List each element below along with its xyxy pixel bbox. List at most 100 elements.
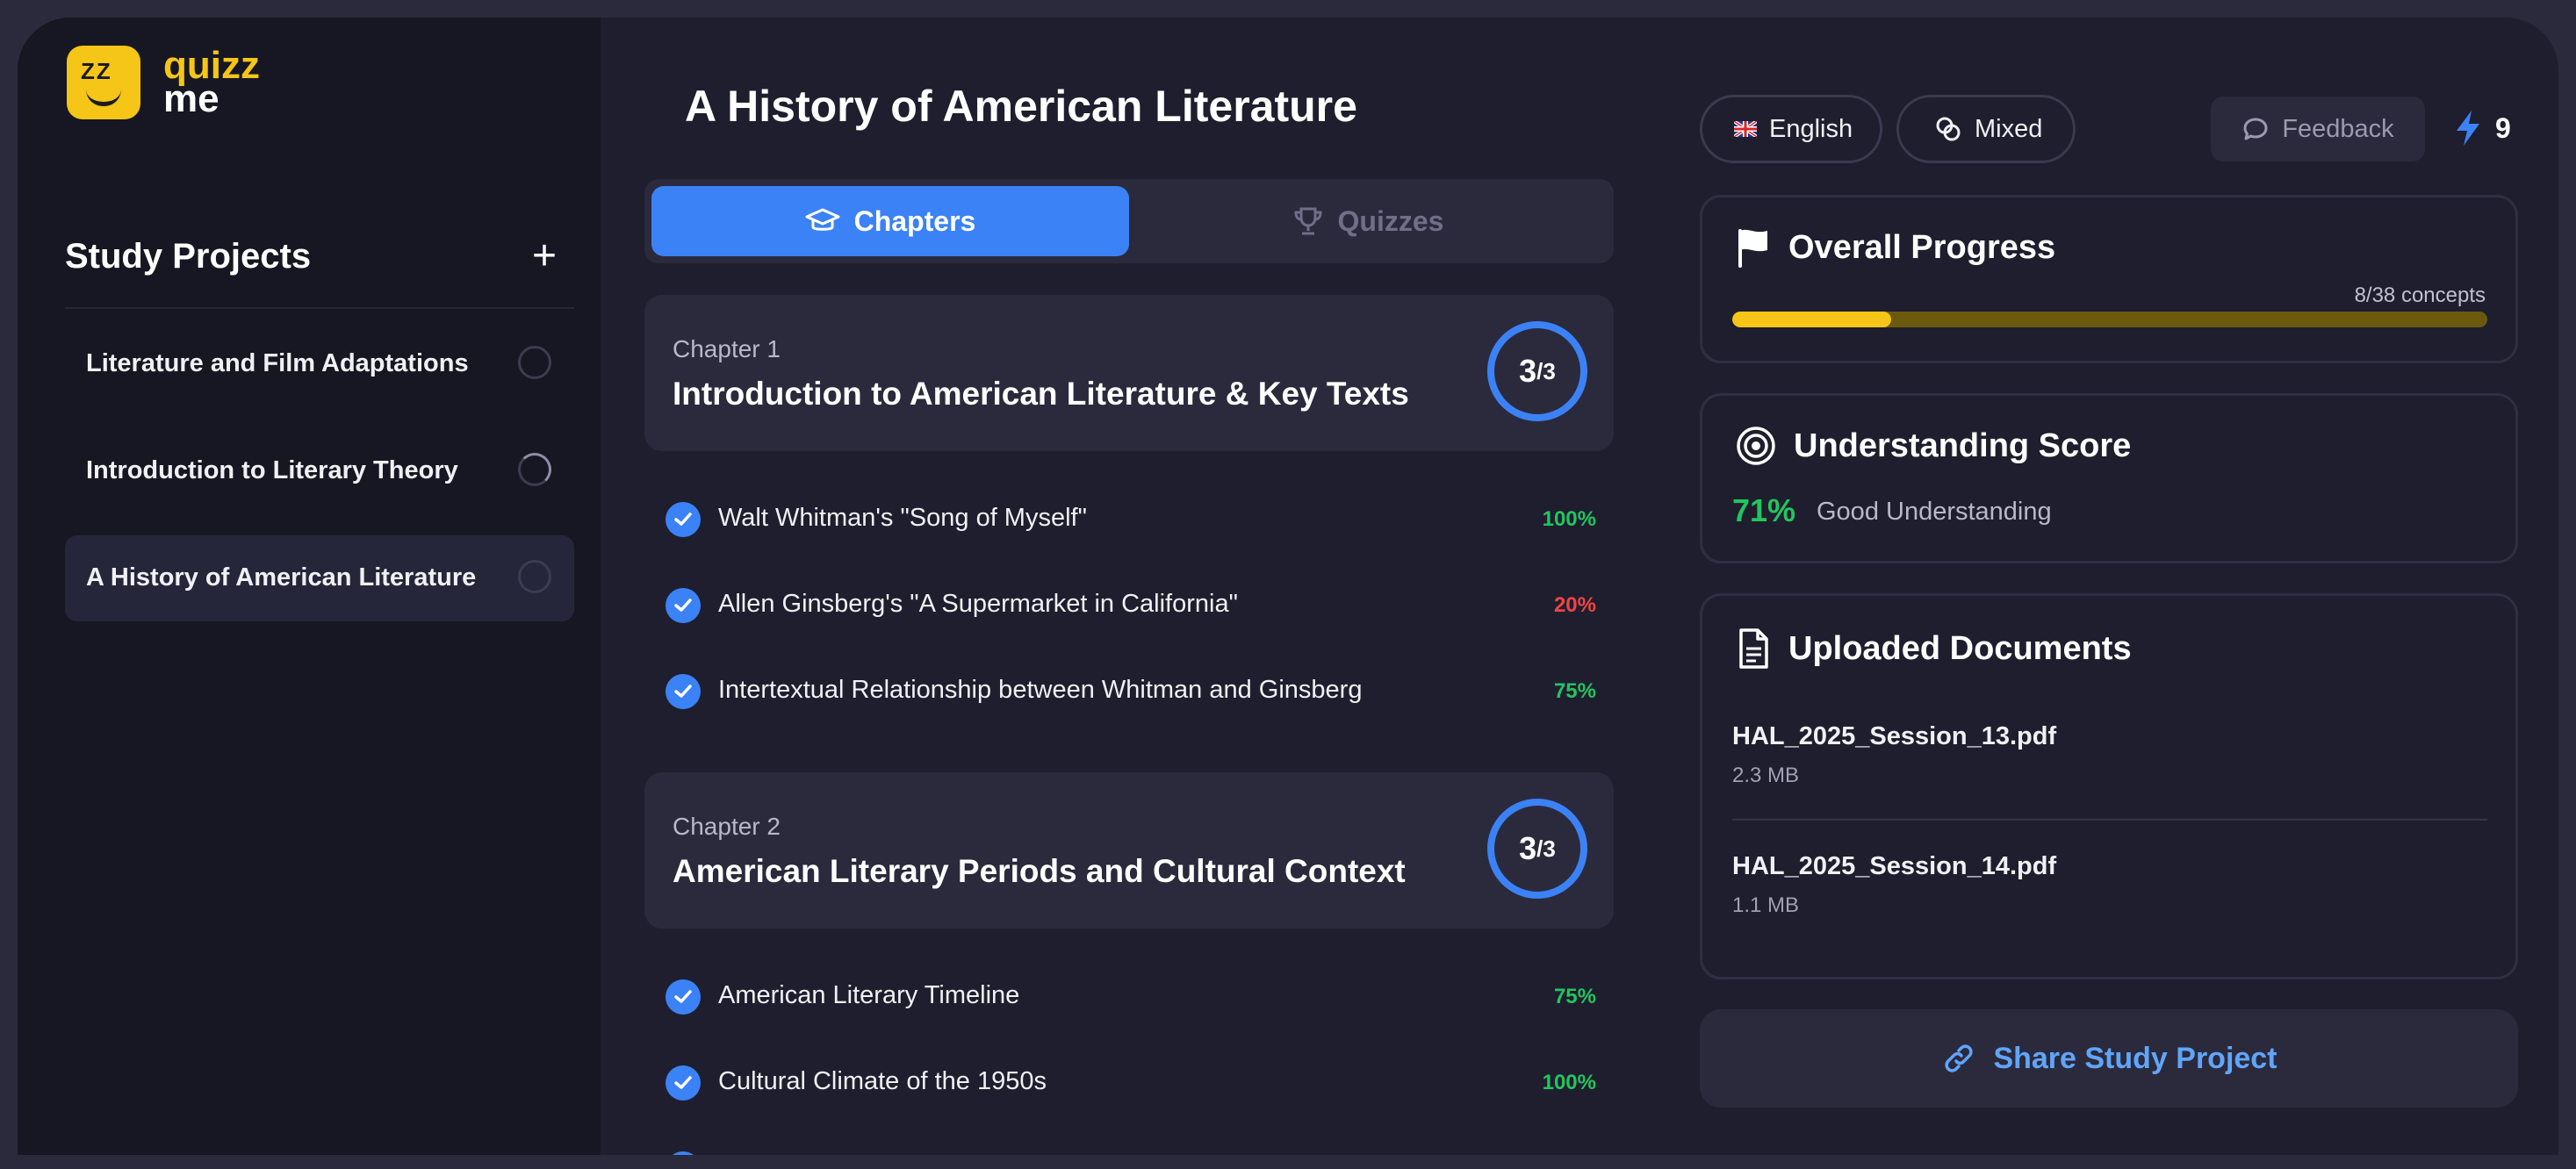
energy-value: 9: [2495, 111, 2511, 144]
check-icon: [666, 1151, 701, 1155]
chapter-progress-ring: 3/3: [1487, 321, 1587, 421]
project-progress-icon: [518, 346, 551, 379]
documents-title-row: Uploaded Documents: [1736, 628, 2132, 670]
document-item[interactable]: HAL_2025_Session_14.pdf 1.1 MB: [1732, 852, 2487, 918]
check-icon: [666, 979, 701, 1015]
mixed-mode-icon: [1936, 117, 1961, 141]
concept-label: Cultural Climate of the 1950s: [718, 1067, 1047, 1095]
language-selector[interactable]: English: [1700, 95, 1882, 163]
view-tabs: Chapters Quizzes: [644, 179, 1614, 263]
concept-item[interactable]: Intertextual Relationship between Whitma…: [666, 663, 1596, 716]
concept-score: 20%: [1553, 593, 1596, 617]
understanding-title: Understanding Score: [1794, 427, 2132, 464]
trophy-icon: [1294, 207, 1322, 235]
concept-item[interactable]: Walt Whitman's "Song of Myself" 100%: [666, 491, 1596, 544]
target-icon: [1737, 427, 1775, 465]
page-title: A History of American Literature: [685, 82, 1357, 131]
chapter-title: American Literary Periods and Cultural C…: [673, 853, 1406, 889]
overall-progress-panel: Overall Progress 8/38 concepts: [1700, 195, 2518, 363]
chapter-card[interactable]: Chapter 2 American Literary Periods and …: [644, 772, 1614, 929]
graduation-cap-icon: [805, 208, 840, 231]
flag-icon: [1738, 229, 1767, 268]
logo-text: quizz me: [163, 47, 260, 118]
check-icon: [666, 674, 701, 709]
project-label: Introduction to Literary Theory: [86, 456, 458, 484]
concept-label: Intertextual Relationship between Whitma…: [718, 676, 1363, 704]
mode-selector[interactable]: Mixed: [1896, 95, 2076, 163]
chapter-number: Chapter 2: [673, 813, 781, 840]
document-icon: [1739, 628, 1768, 669]
concept-score: 100%: [1542, 1071, 1596, 1094]
logo[interactable]: ZZ quizz me: [67, 46, 260, 119]
check-icon: [666, 502, 701, 537]
concepts-count: 8/38 concepts: [2354, 283, 2486, 307]
link-icon: [1945, 1044, 1974, 1072]
document-divider: [1732, 819, 2487, 821]
concept-score: 75%: [1553, 679, 1596, 703]
share-label: Share Study Project: [1993, 1041, 2277, 1075]
understanding-score-panel: Understanding Score 71% Good Understandi…: [1700, 393, 2518, 563]
document-item[interactable]: HAL_2025_Session_13.pdf 2.3 MB: [1732, 722, 2487, 788]
concept-item[interactable]: Allen Ginsberg's "A Supermarket in Calif…: [666, 577, 1596, 630]
mode-label: Mixed: [1975, 114, 2043, 143]
project-progress-icon: [518, 560, 551, 593]
project-label: Literature and Film Adaptations: [86, 349, 469, 377]
language-label: English: [1769, 114, 1853, 143]
logo-smile-icon: [86, 90, 121, 106]
concept-item[interactable]: [666, 1141, 1596, 1155]
chapter-title: Introduction to American Literature & Ke…: [673, 376, 1409, 412]
uploaded-documents-panel: Uploaded Documents HAL_2025_Session_13.p…: [1700, 593, 2518, 979]
document-size: 2.3 MB: [1732, 764, 1800, 787]
concept-label: Allen Ginsberg's "A Supermarket in Calif…: [718, 590, 1238, 618]
progress-bar-fill: [1732, 312, 1891, 327]
tab-quizzes[interactable]: Quizzes: [1129, 186, 1607, 256]
chapter-total-count: /3: [1536, 835, 1556, 862]
overall-progress-title: Overall Progress: [1788, 228, 2056, 266]
overall-progress-title-row: Overall Progress: [1736, 227, 2055, 268]
chapter-done-count: 3: [1519, 353, 1537, 389]
sidebar-item-project-active[interactable]: A History of American Literature: [65, 535, 574, 621]
chapter-total-count: /3: [1536, 357, 1556, 384]
concept-label: American Literary Timeline: [718, 981, 1020, 1009]
concept-label: Walt Whitman's "Song of Myself": [718, 504, 1087, 532]
lightning-icon: [2457, 111, 2479, 146]
understanding-title-row: Understanding Score: [1736, 426, 2131, 466]
document-name: HAL_2025_Session_14.pdf: [1732, 852, 2057, 880]
energy-counter[interactable]: 9: [2453, 109, 2511, 147]
documents-title: Uploaded Documents: [1788, 629, 2132, 667]
app-frame: ZZ quizz me Study Projects + Literature …: [0, 0, 2576, 1169]
tab-chapters-label: Chapters: [853, 204, 976, 237]
tab-chapters[interactable]: Chapters: [651, 186, 1129, 256]
concept-item[interactable]: Cultural Climate of the 1950s 100%: [666, 1055, 1596, 1108]
logo-mark-text: ZZ: [81, 58, 112, 84]
project-label: A History of American Literature: [86, 563, 477, 592]
concept-score: 100%: [1542, 507, 1596, 531]
chapter-done-count: 3: [1519, 830, 1537, 866]
concept-item[interactable]: American Literary Timeline 75%: [666, 969, 1596, 1022]
document-name: HAL_2025_Session_13.pdf: [1732, 722, 2057, 750]
check-icon: [666, 1065, 701, 1101]
concept-score: 75%: [1553, 985, 1596, 1008]
project-progress-icon: [518, 453, 551, 486]
tab-quizzes-label: Quizzes: [1337, 204, 1444, 237]
sidebar-item-project[interactable]: Literature and Film Adaptations: [65, 321, 574, 407]
sidebar-item-project[interactable]: Introduction to Literary Theory: [65, 428, 574, 514]
chapter-progress-ring: 3/3: [1487, 799, 1587, 899]
understanding-score-label: Good Understanding: [1817, 498, 2052, 526]
app-window: ZZ quizz me Study Projects + Literature …: [18, 18, 2558, 1155]
progress-bar: [1732, 312, 2487, 327]
add-project-button[interactable]: +: [532, 235, 557, 277]
understanding-score-value: 71%: [1732, 492, 1796, 528]
study-projects-header: Study Projects +: [65, 219, 574, 309]
feedback-button[interactable]: Feedback: [2211, 97, 2425, 161]
chapter-card[interactable]: Chapter 1 Introduction to American Liter…: [644, 295, 1614, 451]
check-icon: [666, 588, 701, 623]
feedback-label: Feedback: [2282, 114, 2394, 143]
chat-bubble-icon: [2243, 118, 2268, 140]
document-size: 1.1 MB: [1732, 893, 1800, 917]
study-projects-title: Study Projects: [65, 237, 312, 276]
sidebar: ZZ quizz me Study Projects + Literature …: [18, 18, 601, 1155]
logo-mark: ZZ: [67, 46, 140, 119]
share-study-project-button[interactable]: Share Study Project: [1700, 1009, 2518, 1108]
uk-flag-icon: [1734, 121, 1757, 137]
